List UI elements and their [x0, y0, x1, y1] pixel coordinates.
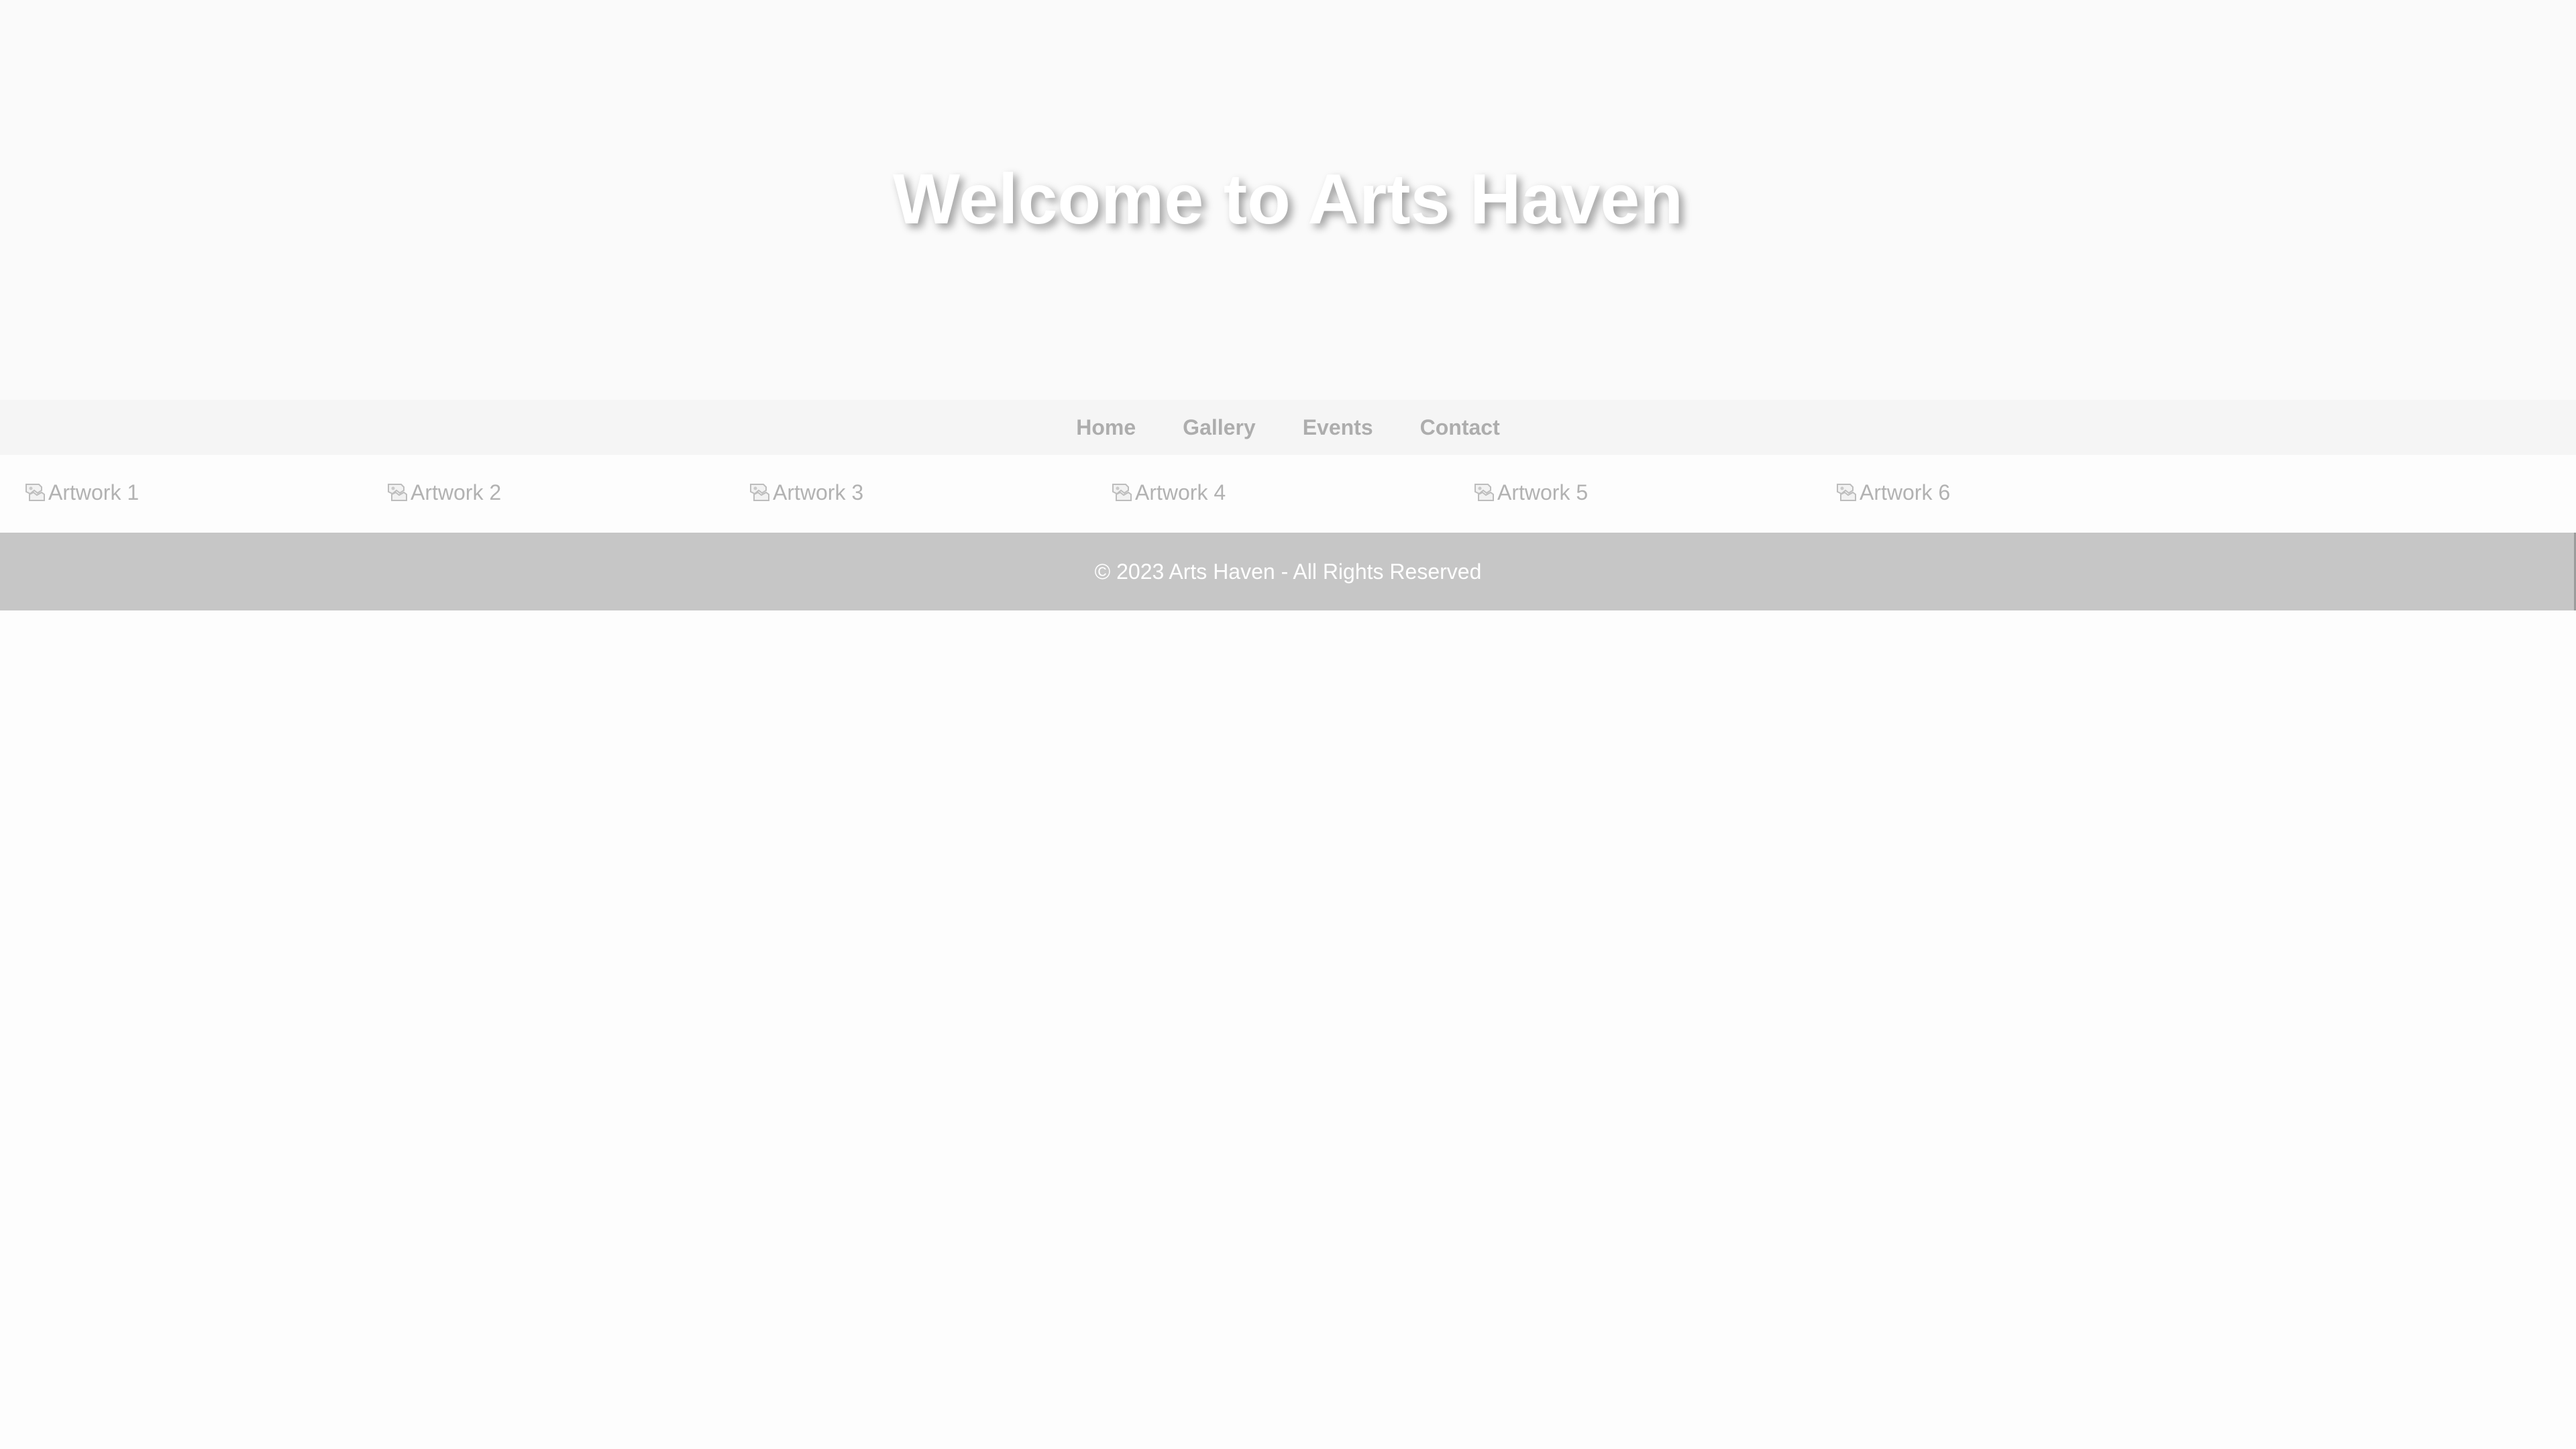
- nav-link-events[interactable]: Events: [1303, 415, 1373, 440]
- artwork-alt-text: Artwork 5: [1497, 480, 1589, 504]
- hero-banner: Welcome to Arts Haven: [0, 0, 2576, 400]
- broken-image-icon: [388, 484, 407, 501]
- artwork-image-6[interactable]: Artwork 6: [1835, 476, 1950, 508]
- artwork-image-5[interactable]: Artwork 5: [1473, 476, 1588, 508]
- artwork-image-1[interactable]: Artwork 1: [24, 476, 139, 508]
- page-title: Welcome to Arts Haven: [892, 160, 1684, 239]
- nav-link-gallery[interactable]: Gallery: [1183, 415, 1256, 440]
- main-nav: Home Gallery Events Contact: [0, 400, 2576, 455]
- broken-image-icon: [1112, 484, 1132, 501]
- broken-image-icon: [25, 484, 45, 501]
- artwork-image-3[interactable]: Artwork 3: [749, 476, 863, 508]
- broken-image-icon: [1474, 484, 1494, 501]
- artwork-gallery: Artwork 1 Artwork 2 Artwork 3 Artwork 4: [0, 455, 2576, 533]
- artwork-alt-text: Artwork 3: [773, 480, 864, 504]
- artwork-alt-text: Artwork 1: [48, 480, 140, 504]
- site-footer: © 2023 Arts Haven - All Rights Reserved: [0, 533, 2576, 610]
- artwork-alt-text: Artwork 6: [1860, 480, 1951, 504]
- broken-image-icon: [1837, 484, 1856, 501]
- artwork-alt-text: Artwork 2: [411, 480, 502, 504]
- artwork-alt-text: Artwork 4: [1135, 480, 1226, 504]
- artwork-image-2[interactable]: Artwork 2: [386, 476, 501, 508]
- broken-image-icon: [750, 484, 769, 501]
- nav-link-contact[interactable]: Contact: [1420, 415, 1500, 440]
- copyright-text: © 2023 Arts Haven - All Rights Reserved: [1094, 559, 1482, 584]
- nav-link-home[interactable]: Home: [1076, 415, 1136, 440]
- artwork-image-4[interactable]: Artwork 4: [1111, 476, 1226, 508]
